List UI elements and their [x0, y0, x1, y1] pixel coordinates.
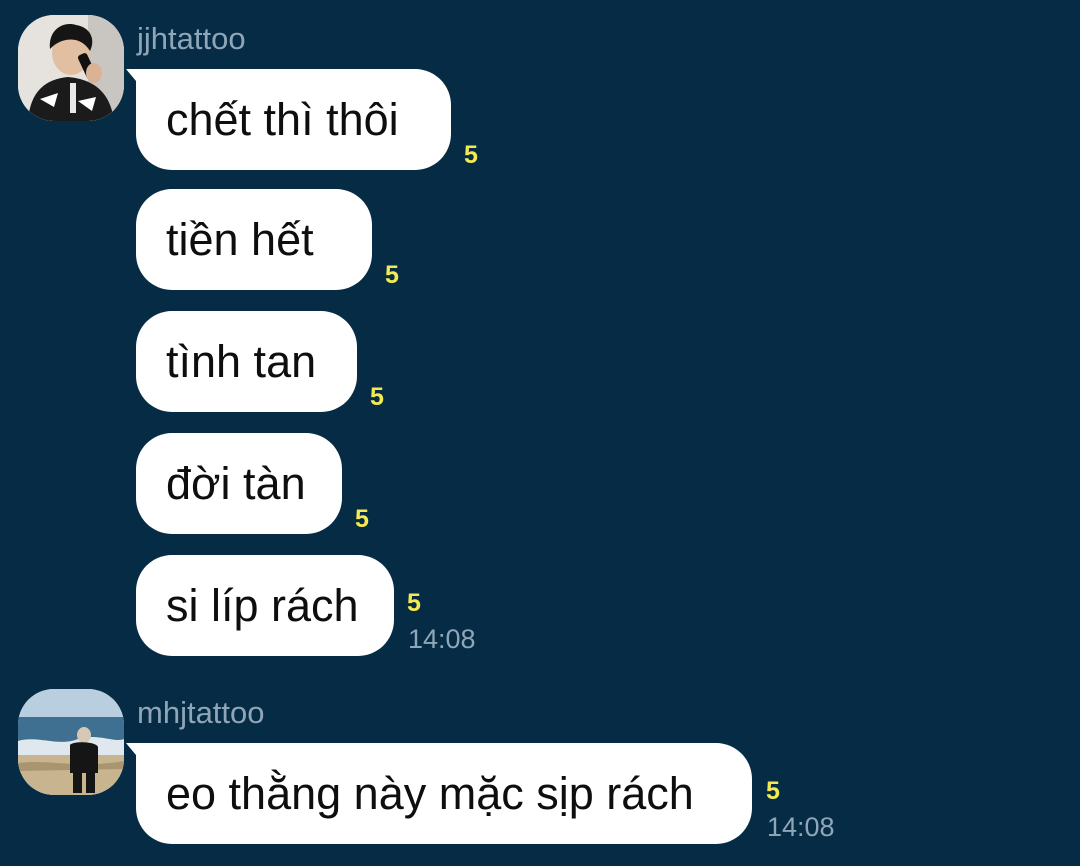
sender-name: mhjtattoo	[137, 695, 265, 730]
message-bubble[interactable]: tiền hết	[136, 189, 372, 290]
message-bubble[interactable]: đời tàn	[136, 433, 342, 534]
person-at-beach-avatar-icon	[18, 689, 124, 795]
reaction-count[interactable]: 5	[370, 383, 384, 411]
person-on-phone-avatar-icon	[18, 15, 124, 121]
reaction-count[interactable]: 5	[355, 505, 369, 533]
reaction-count[interactable]: 5	[766, 777, 780, 805]
sender-name: jjhtattoo	[137, 21, 246, 56]
message-timestamp: 14:08	[408, 624, 476, 654]
reaction-count[interactable]: 5	[407, 589, 421, 617]
message-bubble[interactable]: tình tan	[136, 311, 357, 412]
reaction-count[interactable]: 5	[385, 261, 399, 289]
avatar-jjhtattoo[interactable]	[18, 15, 124, 121]
message-timestamp: 14:08	[767, 812, 835, 842]
reaction-count[interactable]: 5	[464, 141, 478, 169]
message-bubble[interactable]: si líp rách	[136, 555, 394, 656]
avatar-mhjtattoo[interactable]	[18, 689, 124, 795]
message-bubble[interactable]: chết thì thôi	[126, 69, 451, 170]
message-bubble[interactable]: eo thằng này mặc sịp rách	[126, 743, 752, 844]
